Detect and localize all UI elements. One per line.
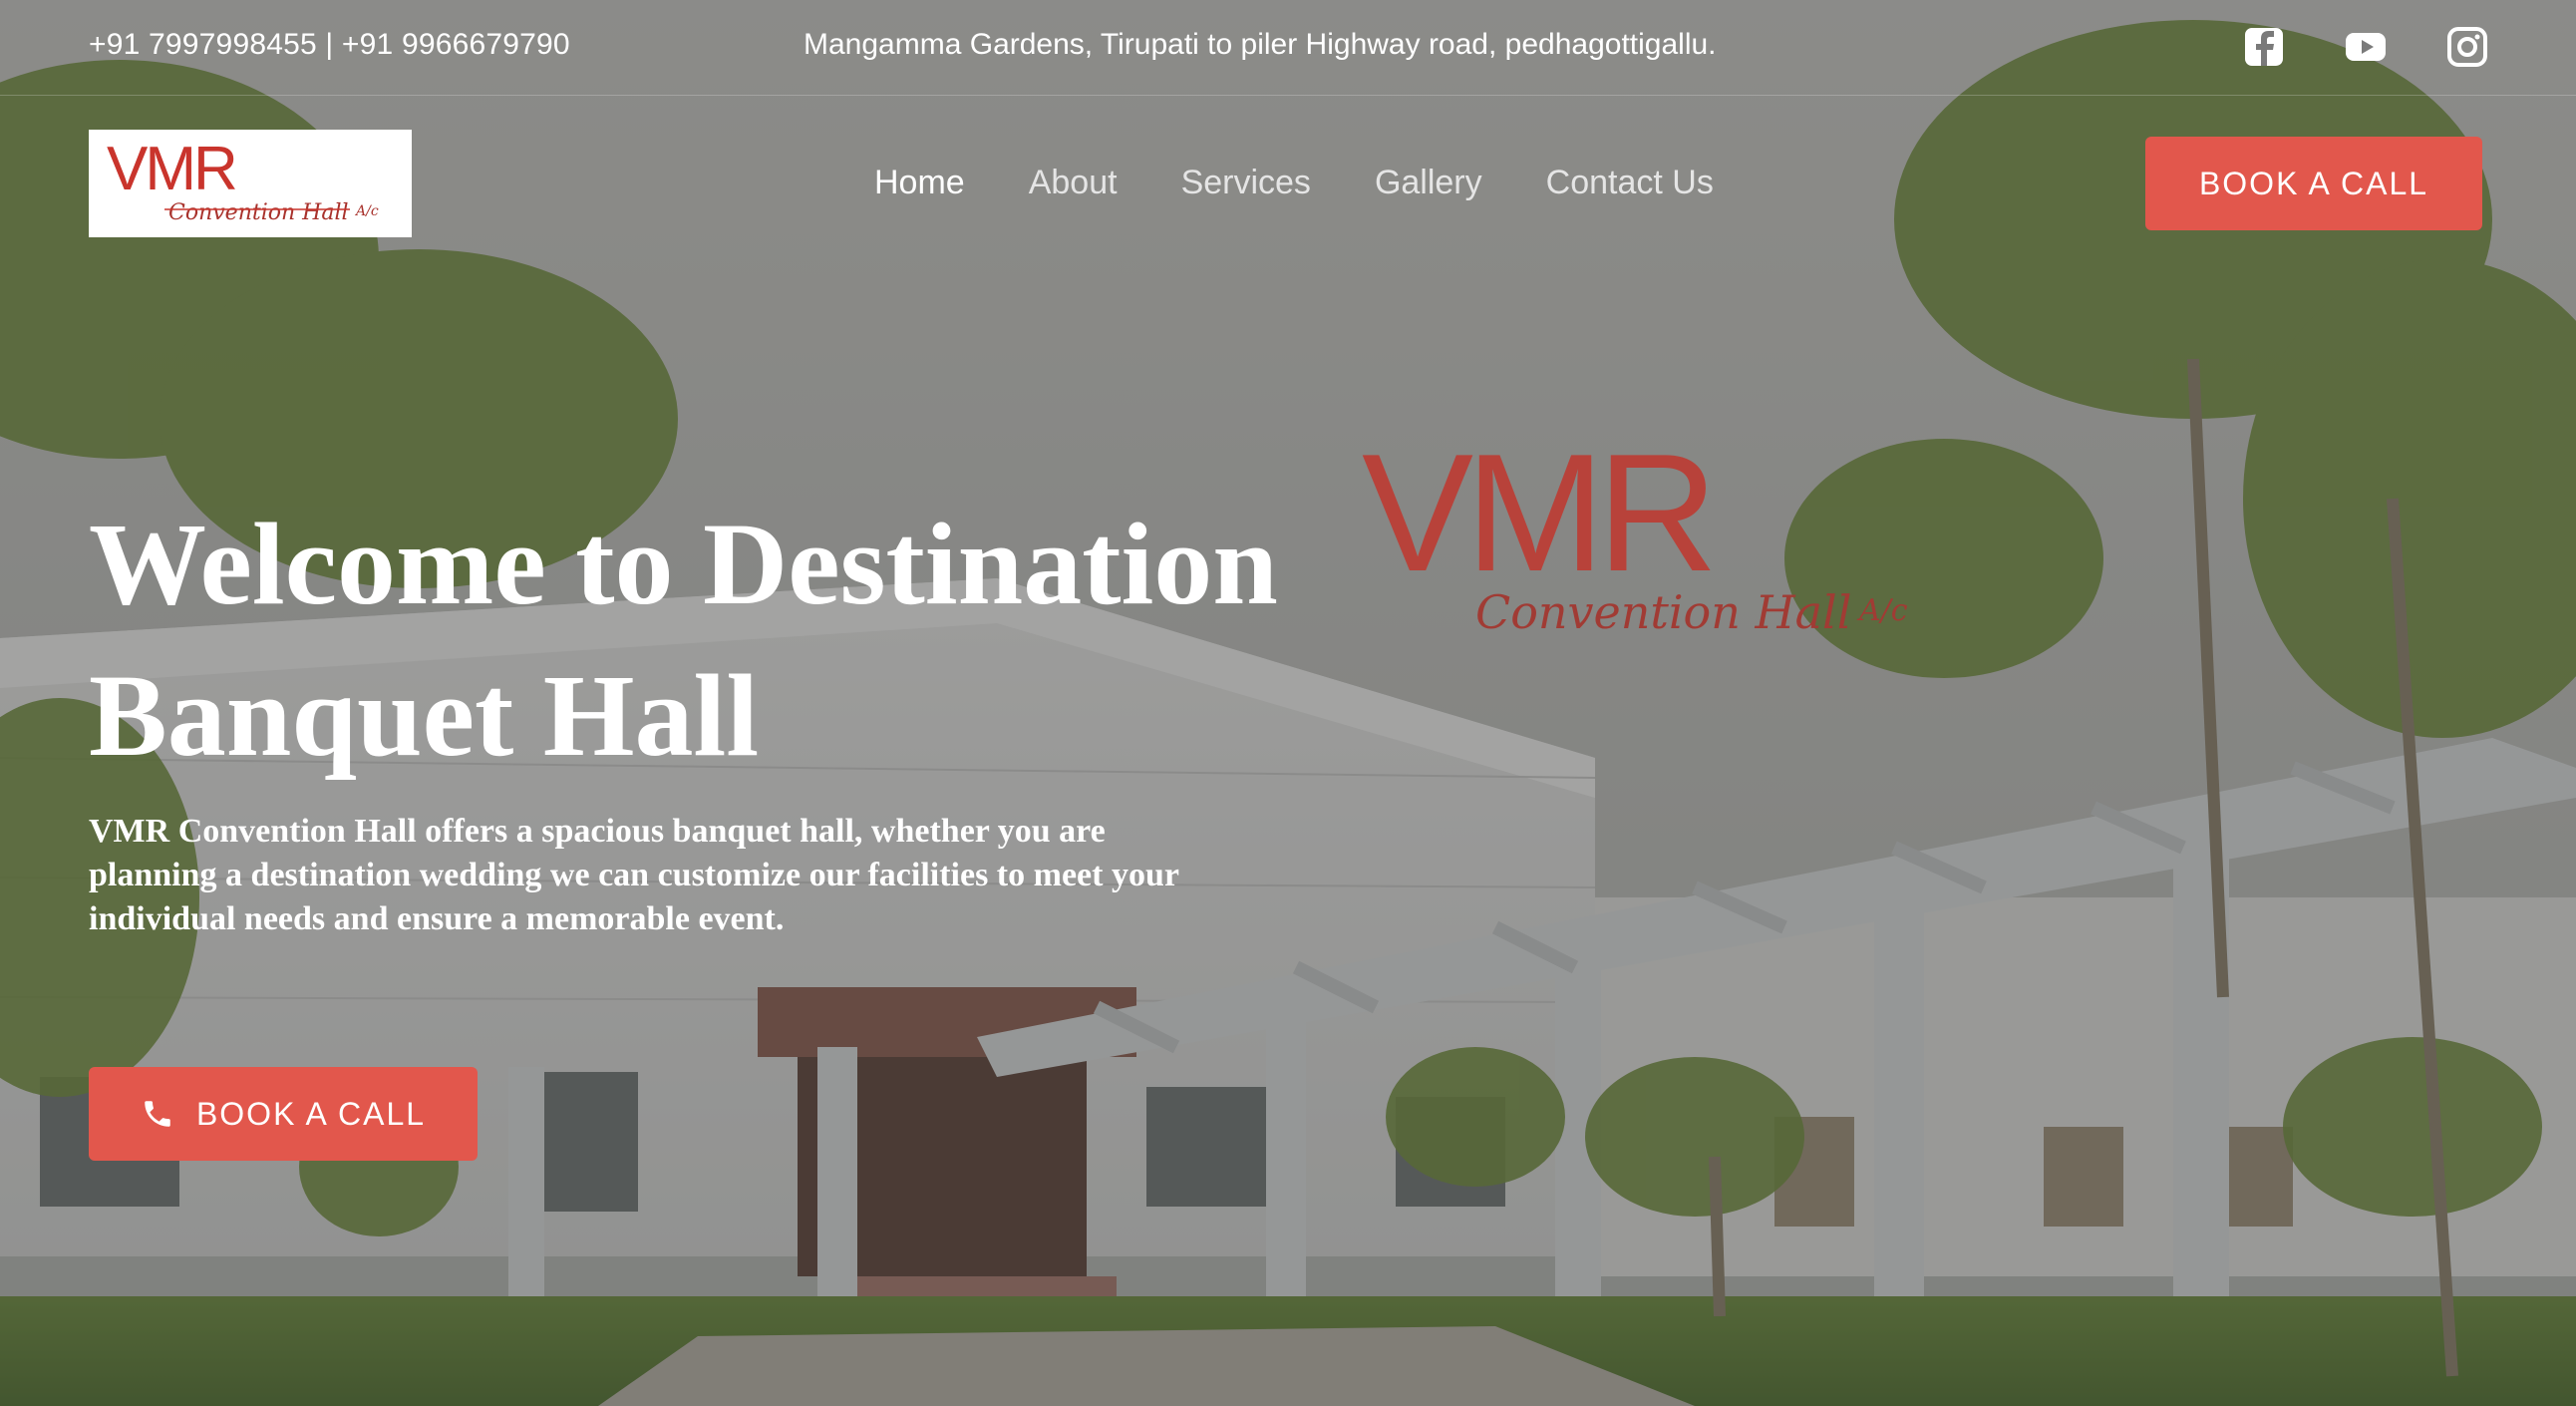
hero-description: VMR Convention Hall offers a spacious ba… bbox=[89, 813, 1179, 937]
nav-item-gallery[interactable]: Gallery bbox=[1375, 164, 1482, 202]
main-nav: Home About Services Gallery Contact Us bbox=[874, 164, 1714, 202]
logo-main-text: VMR bbox=[107, 135, 235, 203]
venue-address: Mangamma Gardens, Tirupati to piler High… bbox=[804, 28, 1717, 61]
nav-item-home[interactable]: Home bbox=[874, 164, 965, 202]
nav-item-contact-us[interactable]: Contact Us bbox=[1546, 164, 1714, 202]
phone-icon bbox=[141, 1097, 174, 1131]
hero-logo-sub-text: Convention Hall bbox=[1475, 585, 1851, 639]
hero-title: Welcome to Destination Banquet Hall bbox=[89, 499, 1278, 781]
hero-cta-label: BOOK A CALL bbox=[195, 1095, 427, 1132]
logo-mark-text: A/c bbox=[354, 203, 379, 219]
nav-item-about[interactable]: About bbox=[1029, 164, 1118, 202]
facebook-icon[interactable] bbox=[2243, 26, 2285, 68]
book-a-call-hero-button[interactable]: BOOK A CALL bbox=[89, 1067, 478, 1161]
contact-phones: +91 7997998455 | +91 9966679790 bbox=[89, 28, 570, 61]
logo-sub-text: Convention Hall bbox=[168, 200, 349, 225]
youtube-icon[interactable] bbox=[2345, 26, 2387, 68]
social-links bbox=[2243, 26, 2488, 68]
book-a-call-header-button[interactable]: BOOK A CALL bbox=[2145, 137, 2482, 230]
instagram-icon[interactable] bbox=[2446, 26, 2488, 68]
top-bar: +91 7997998455 | +91 9966679790 Mangamma… bbox=[0, 0, 2576, 96]
hero-logo-mark-text: A/c bbox=[1856, 593, 1908, 628]
nav-item-services[interactable]: Services bbox=[1181, 164, 1311, 202]
site-logo[interactable]: VMR Convention Hall A/c bbox=[89, 130, 412, 237]
